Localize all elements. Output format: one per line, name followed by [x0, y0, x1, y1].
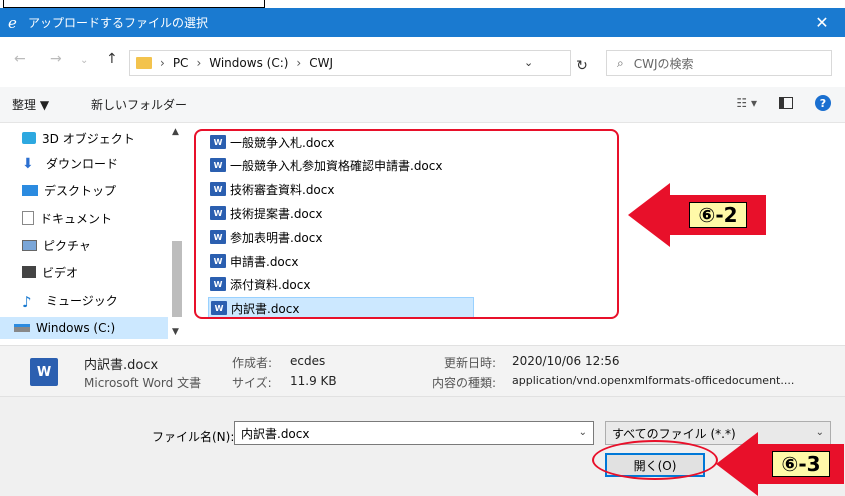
- download-icon: ⬇: [22, 156, 34, 172]
- tab-outline: [3, 0, 265, 8]
- breadcrumb-drive[interactable]: Windows (C:): [209, 56, 288, 70]
- detail-author: ecdes: [290, 354, 326, 368]
- sidebar-item-desktop[interactable]: デスクトップ: [22, 179, 116, 201]
- document-icon: [22, 211, 34, 225]
- detail-modified: 2020/10/06 12:56: [512, 354, 620, 368]
- word-doc-large-icon: W: [30, 358, 58, 386]
- top-strip: [0, 0, 845, 8]
- chevron-right-icon: ›: [196, 56, 202, 70]
- detail-content-label: 内容の種類:: [432, 376, 497, 390]
- annotation-ellipse: [592, 440, 718, 480]
- detail-size: 11.9 KB: [290, 374, 337, 388]
- filename-field[interactable]: 内訳書.docx ⌄: [234, 421, 594, 445]
- command-bar: 整理 ▼ 新しいフォルダー ☷ ▾ ?: [0, 87, 845, 123]
- sidebar-item-downloads[interactable]: ⬇ ダウンロード: [22, 152, 118, 174]
- arrow-left-icon: [628, 183, 670, 247]
- help-icon[interactable]: ?: [815, 95, 831, 111]
- breadcrumb-folder[interactable]: CWJ: [309, 56, 333, 70]
- scroll-down-icon[interactable]: ▼: [172, 327, 179, 337]
- detail-size-label: サイズ:: [232, 376, 272, 390]
- detail-content: application/vnd.openxmlformats-officedoc…: [512, 374, 795, 387]
- window-title: アップロードするファイルの選択: [28, 16, 209, 30]
- sidebar-item-videos[interactable]: ビデオ: [22, 261, 78, 283]
- forward-arrow-icon[interactable]: →: [50, 51, 62, 67]
- chevron-right-icon: ›: [160, 56, 165, 70]
- scroll-thumb[interactable]: [172, 241, 182, 317]
- video-icon: [22, 266, 36, 278]
- ie-icon: e: [0, 15, 28, 31]
- organize-button[interactable]: 整理 ▼: [12, 96, 49, 113]
- folder-icon: [136, 57, 152, 69]
- sidebar-item-windows-drive[interactable]: Windows (C:): [0, 317, 168, 339]
- address-bar[interactable]: › PC › Windows (C:) › CWJ: [129, 50, 571, 76]
- arrow-left-icon: [716, 432, 758, 496]
- refresh-icon[interactable]: ↻: [562, 53, 602, 79]
- search-input[interactable]: ⌕ CWJの検索: [606, 50, 832, 76]
- close-icon[interactable]: ✕: [799, 8, 845, 37]
- back-arrow-icon[interactable]: ←: [14, 51, 26, 67]
- chevron-right-icon: ›: [296, 56, 302, 70]
- drive-icon: [14, 324, 30, 332]
- music-icon: ♪: [22, 293, 32, 311]
- view-controls: ☷ ▾ ?: [736, 95, 831, 111]
- callout-body: ⑥-2: [670, 195, 766, 235]
- callout-label: ⑥-3: [772, 451, 830, 477]
- new-folder-button[interactable]: 新しいフォルダー: [91, 96, 187, 113]
- picture-icon: [22, 239, 37, 251]
- detail-author-label: 作成者:: [232, 356, 273, 370]
- title-bar: e アップロードするファイルの選択 ✕: [0, 8, 845, 37]
- search-placeholder: CWJの検索: [633, 56, 694, 71]
- sidebar-scrollbar[interactable]: ▲ ▼: [170, 123, 184, 345]
- scroll-up-icon[interactable]: ▲: [172, 127, 179, 137]
- callout-6-2: ⑥-2: [628, 183, 766, 247]
- sidebar-item-music[interactable]: ♪ ミュージック: [22, 289, 118, 311]
- svg-text:e: e: [8, 15, 17, 31]
- filename-label: ファイル名(N):: [152, 430, 235, 444]
- recent-dropdown-icon[interactable]: ⌄: [80, 55, 88, 66]
- callout-6-3: ⑥-3: [716, 432, 844, 496]
- detail-type: Microsoft Word 文書: [84, 376, 202, 390]
- callout-body: ⑥-3: [758, 444, 844, 484]
- breadcrumb-pc[interactable]: PC: [173, 56, 189, 70]
- address-row: ← → ⌄ ↑ › PC › Windows (C:) › CWJ ⌄ ↻ ⌕ …: [0, 37, 845, 87]
- sidebar-item-pictures[interactable]: ピクチャ: [22, 234, 91, 256]
- preview-pane-icon[interactable]: [779, 97, 793, 109]
- annotation-highlight-box: [194, 129, 619, 319]
- address-dropdown-icon[interactable]: ⌄: [524, 56, 533, 69]
- cube-icon: [22, 132, 36, 144]
- detail-filename: 内訳書.docx: [84, 358, 159, 373]
- details-pane: W 内訳書.docx Microsoft Word 文書 作成者: ecdes …: [0, 345, 845, 397]
- detail-modified-label: 更新日時:: [444, 356, 497, 370]
- navigation-pane: 3D オブジェクト ⬇ ダウンロード デスクトップ ドキュメント ピクチャ ビデ…: [0, 123, 190, 345]
- up-arrow-icon[interactable]: ↑: [106, 51, 118, 67]
- search-icon: ⌕: [617, 55, 624, 70]
- desktop-icon: [22, 184, 38, 196]
- callout-label: ⑥-2: [689, 202, 747, 228]
- view-options-icon[interactable]: ☷ ▾: [736, 96, 757, 110]
- sidebar-item-documents[interactable]: ドキュメント: [22, 207, 112, 229]
- chevron-down-icon[interactable]: ⌄: [579, 427, 587, 438]
- sidebar-item-3d-objects[interactable]: 3D オブジェクト: [22, 127, 135, 149]
